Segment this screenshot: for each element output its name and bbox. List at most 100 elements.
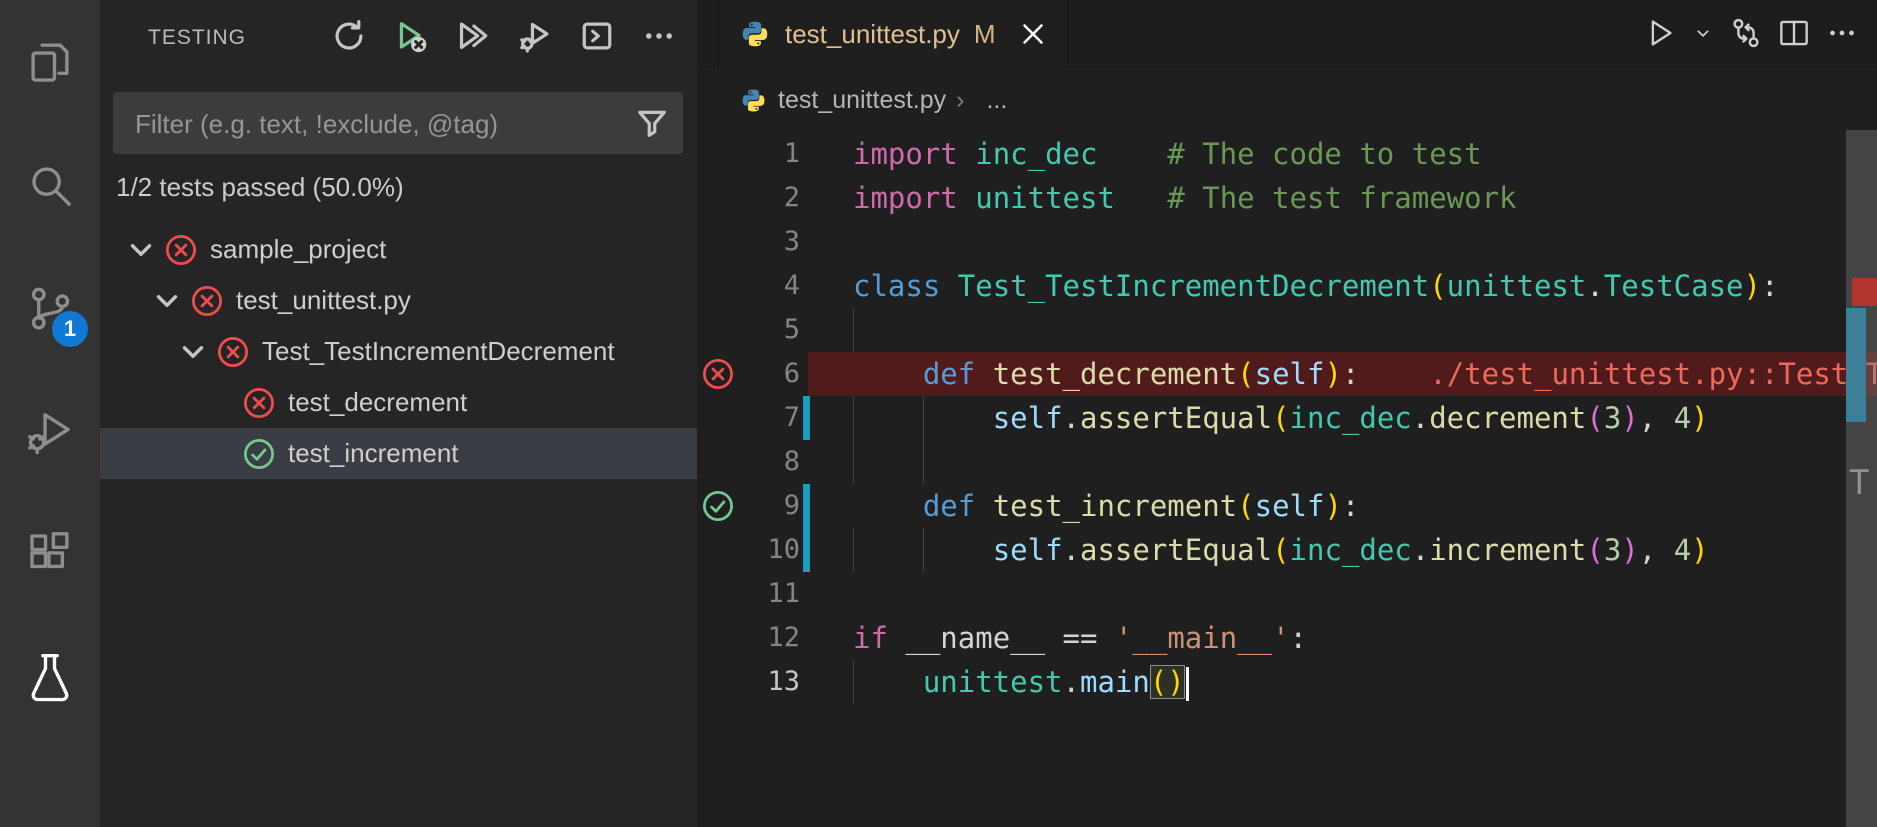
tab-title: test_unittest.py <box>785 18 960 49</box>
code-line-text[interactable]: self.assertEqual(inc_dec.decrement(3), 4… <box>853 396 1709 440</box>
open-changes-icon[interactable] <box>1727 14 1765 52</box>
extensions-icon[interactable] <box>0 492 100 615</box>
test-failed-icon[interactable] <box>242 386 276 420</box>
code-line-1: 1 import inc_dec # The code to test <box>697 132 1877 176</box>
editor-group: test_unittest.py M test_unittest.py › ..… <box>697 0 1877 827</box>
code-line-9: 9 def test_increment(self): <box>697 484 1877 528</box>
editor-actions <box>1641 14 1861 52</box>
rerun-failed-tests-icon[interactable] <box>391 16 431 56</box>
test-filter-input[interactable] <box>133 92 617 156</box>
test-failed-icon[interactable] <box>164 233 198 267</box>
test-results-summary: 1/2 tests passed (50.0%) <box>116 172 404 202</box>
indent-guide <box>853 440 854 484</box>
testing-sidebar: TESTING Filter (e.g. text, !exclude, @ta… <box>100 0 697 827</box>
test-filter-box <box>113 92 683 156</box>
chevron-down-icon[interactable] <box>150 284 184 318</box>
code-line-8: 8 <box>697 440 1877 484</box>
test-tree-label: test_decrement <box>288 387 468 417</box>
explorer-icon[interactable] <box>0 0 100 123</box>
code-area: 1 import inc_dec # The code to test 2 impor… <box>697 132 1877 704</box>
text-cursor <box>1185 667 1189 701</box>
tab-bar: test_unittest.py M <box>697 0 1877 68</box>
code-line-text[interactable]: def test_decrement(self): ./test_unittes… <box>853 352 1877 396</box>
chevron-down-icon[interactable] <box>176 335 210 369</box>
test-failed-icon[interactable] <box>190 284 224 318</box>
vscode-window: 1 TESTING Filter (e.g. text, !exclude, @… <box>0 0 1877 827</box>
code-line-text[interactable]: def test_increment(self): <box>853 484 1360 528</box>
minimap-error-marker <box>1852 278 1877 306</box>
line-number: 11 <box>767 578 800 609</box>
split-editor-icon[interactable] <box>1775 14 1813 52</box>
line-number: 7 <box>783 402 800 433</box>
scrollbar-minimap-rail[interactable]: T <box>1846 130 1877 827</box>
tab-close-icon[interactable] <box>1016 17 1050 51</box>
debug-all-tests-icon[interactable] <box>515 16 555 56</box>
code-line-text[interactable]: import inc_dec # The code to test <box>853 132 1482 176</box>
test-tree-item-sample_project[interactable]: sample_project <box>100 224 697 275</box>
line-number: 13 <box>767 666 800 697</box>
source-control-badge: 1 <box>52 311 88 347</box>
line-number: 8 <box>783 446 800 477</box>
test-tree: sample_project test_unittest.py Test_TestI… <box>100 224 697 479</box>
line-number: 6 <box>783 358 800 389</box>
run-all-tests-icon[interactable] <box>453 16 493 56</box>
line-number: 2 <box>783 182 800 213</box>
test-passed-icon[interactable] <box>242 437 276 471</box>
source-control-icon[interactable]: 1 <box>0 246 100 369</box>
line-number: 12 <box>767 622 800 653</box>
test-tree-item-Test_TestIncrementDecrement[interactable]: Test_TestIncrementDecrement <box>100 326 697 377</box>
code-line-text[interactable]: if __name__ == '__main__': <box>853 616 1307 660</box>
line-number: 3 <box>783 226 800 257</box>
test-tree-label: Test_TestIncrementDecrement <box>262 336 615 366</box>
breadcrumb-separator: › <box>956 85 965 114</box>
tab-modified-badge: M <box>973 18 996 49</box>
code-line-text[interactable]: self.assertEqual(inc_dec.increment(3), 4… <box>853 528 1709 572</box>
test-tree-item-test_unittest.py[interactable]: test_unittest.py <box>100 275 697 326</box>
test-failed-icon[interactable] <box>216 335 250 369</box>
modified-line-gutter-bar <box>803 528 810 572</box>
test-tree-label: test_increment <box>288 438 459 468</box>
testing-icon[interactable] <box>0 615 100 738</box>
code-line-11: 11 <box>697 572 1877 616</box>
sidebar-title: TESTING <box>148 26 247 49</box>
line-number: 10 <box>767 534 800 565</box>
python-file-icon <box>742 89 765 111</box>
test-tree-item-test_decrement[interactable]: test_decrement <box>100 377 697 428</box>
run-dropdown-chevron-icon[interactable] <box>1689 19 1717 47</box>
test-tree-label: sample_project <box>210 234 387 264</box>
code-line-13: 13 unittest.main() <box>697 660 1877 704</box>
breadcrumb-symbol-ellipsis[interactable]: ... <box>986 86 1007 115</box>
modified-line-gutter-bar <box>803 396 810 440</box>
more-actions-icon[interactable] <box>1823 14 1861 52</box>
test-tree-label: test_unittest.py <box>236 285 411 315</box>
chevron-down-icon[interactable] <box>124 233 158 267</box>
minimap-changes-marker <box>1846 308 1866 422</box>
run-and-debug-icon[interactable] <box>0 369 100 492</box>
code-line-7: 7 self.assertEqual(inc_dec.decrement(3),… <box>697 396 1877 440</box>
test-tree-item-test_increment[interactable]: test_increment <box>100 428 697 479</box>
tab-test-unittest[interactable]: test_unittest.py M <box>718 0 1068 68</box>
modified-line-gutter-bar <box>803 484 810 528</box>
filter-icon[interactable] <box>635 106 669 140</box>
search-icon[interactable] <box>0 123 100 246</box>
code-line-2: 2 import unittest # The test framework <box>697 176 1877 220</box>
line-number: 1 <box>783 138 800 169</box>
show-output-icon[interactable] <box>577 16 617 56</box>
code-line-text[interactable]: import unittest # The test framework <box>853 176 1517 220</box>
refresh-tests-icon[interactable] <box>329 16 369 56</box>
line-number: 5 <box>783 314 800 345</box>
indent-guide <box>853 308 854 352</box>
line-number: 9 <box>783 490 800 521</box>
breadcrumb-file[interactable]: test_unittest.py <box>778 86 946 115</box>
sidebar-header: TESTING <box>100 0 697 72</box>
run-file-icon[interactable] <box>1641 14 1679 52</box>
testing-toolbar <box>329 16 679 56</box>
code-line-text[interactable]: class Test_TestIncrementDecrement(unitte… <box>853 264 1778 308</box>
code-line-5: 5 <box>697 308 1877 352</box>
more-actions-icon[interactable] <box>639 16 679 56</box>
activity-bar: 1 <box>0 0 100 827</box>
breadcrumb: test_unittest.py › ... <box>697 68 1877 132</box>
code-line-text[interactable]: unittest.main() <box>853 660 1189 704</box>
